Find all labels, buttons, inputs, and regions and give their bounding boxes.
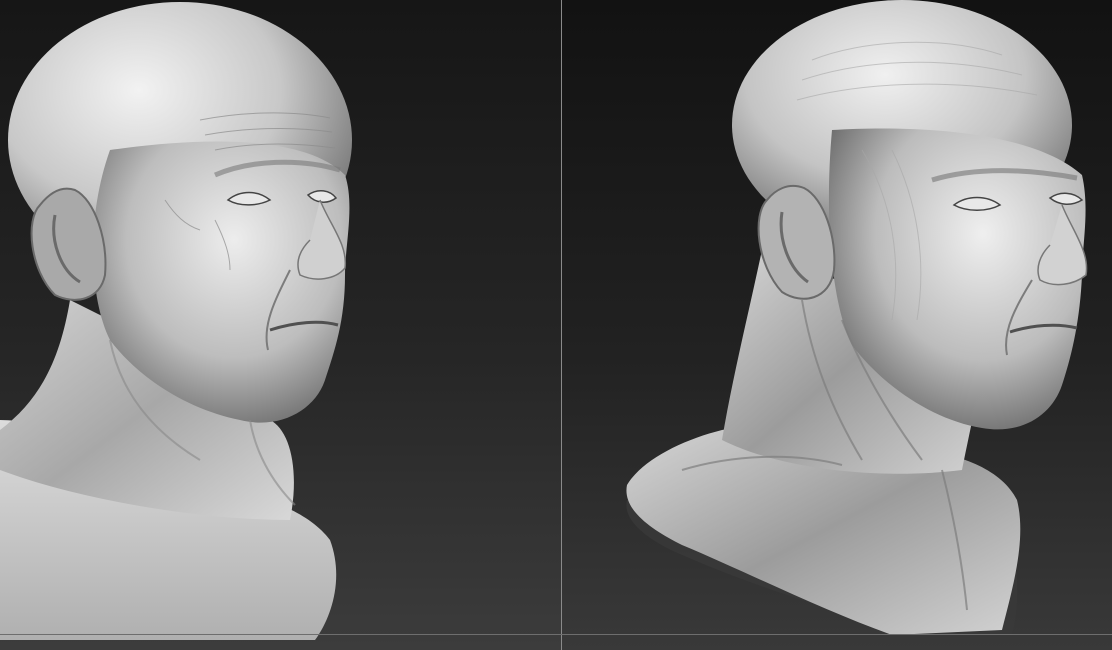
viewport-pane-right[interactable] (562, 0, 1112, 650)
head-sculpt-right (626, 0, 1088, 635)
head-sculpt-left (0, 2, 352, 640)
viewport-floor-line (0, 634, 1112, 635)
viewport (0, 0, 1112, 650)
viewport-pane-left[interactable] (0, 0, 561, 650)
pane-divider-vertical[interactable] (561, 0, 562, 650)
